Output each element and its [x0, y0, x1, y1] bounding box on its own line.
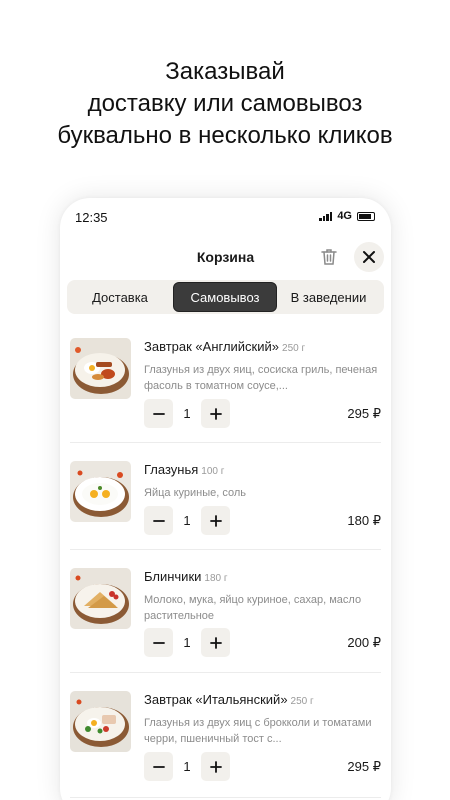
increase-button[interactable]	[201, 506, 230, 535]
dish-weight: 250 г	[290, 696, 314, 707]
quantity-value: 1	[183, 406, 191, 421]
dish-photo	[70, 691, 131, 752]
close-icon	[363, 251, 375, 263]
dish-price: 180 ₽	[347, 513, 381, 528]
plus-icon	[209, 514, 222, 527]
dish-weight: 100 г	[201, 466, 225, 477]
dish-weight: 180 г	[204, 573, 228, 584]
promo-line-3: буквально в несколько кликов	[57, 122, 393, 149]
quantity-value: 1	[183, 759, 191, 774]
dish-description: Глазунья из двух яиц, сосиска гриль, печ…	[144, 364, 378, 392]
quantity-stepper: 1	[144, 506, 230, 535]
network-type: 4G	[337, 210, 352, 222]
dish-photo	[70, 338, 131, 399]
dish-name: Завтрак «Итальянский» 250 г	[144, 692, 314, 707]
dish-description: Молоко, мука, яйцо куриное, сахар, масло…	[144, 594, 362, 622]
quantity-value: 1	[183, 635, 191, 650]
dish-price: 200 ₽	[347, 635, 381, 650]
quantity-stepper: 1	[144, 752, 230, 781]
plus-icon	[209, 636, 222, 649]
quantity-stepper: 1	[144, 628, 230, 657]
dish-name: Завтрак «Английский» 250 г	[144, 339, 306, 354]
dish-name: Блинчики 180 г	[144, 569, 228, 584]
promo-headline: Заказывай доставку или самовывоз букваль…	[0, 56, 450, 152]
dish-price: 295 ₽	[347, 759, 381, 774]
status-time: 12:35	[75, 210, 108, 225]
dish-name: Глазунья 100 г	[144, 462, 225, 477]
cart-item: Завтрак «Итальянский» 250 г Глазунья из д…	[70, 673, 381, 798]
decrease-button[interactable]	[144, 628, 173, 657]
cart-header: Корзина	[60, 240, 391, 274]
increase-button[interactable]	[201, 752, 230, 781]
cart-item: Блинчики 180 г Молоко, мука, яйцо куриное…	[70, 550, 381, 673]
tab-pickup[interactable]: Самовывоз	[173, 282, 277, 312]
phone-frame: 12:35 4G Корзина Доставка Самовывоз В за…	[60, 198, 391, 800]
increase-button[interactable]	[201, 399, 230, 428]
close-button[interactable]	[354, 242, 384, 272]
trash-icon[interactable]	[318, 246, 340, 268]
decrease-button[interactable]	[144, 506, 173, 535]
cart-list: Завтрак «Английский» 250 г Глазунья из дв…	[60, 320, 391, 798]
plus-icon	[209, 407, 222, 420]
signal-icon	[319, 211, 333, 221]
promo-line-2: доставку или самовывоз	[87, 90, 363, 117]
tab-dine-in[interactable]: В заведении	[277, 282, 380, 312]
dish-weight: 250 г	[282, 343, 306, 354]
page-title: Корзина	[196, 249, 255, 265]
dish-description: Глазунья из двух яиц с брокколи и томата…	[144, 717, 372, 745]
order-type-tabs: Доставка Самовывоз В заведении	[67, 280, 384, 314]
quantity-value: 1	[183, 513, 191, 528]
increase-button[interactable]	[201, 628, 230, 657]
battery-icon	[357, 211, 375, 221]
dish-photo	[70, 568, 131, 629]
minus-icon	[152, 519, 165, 522]
decrease-button[interactable]	[144, 399, 173, 428]
quantity-stepper: 1	[144, 399, 230, 428]
cart-item: Глазунья 100 г Яйца куриные, соль 1 180 ₽	[70, 443, 381, 550]
promo-line-1: Заказывай	[165, 58, 285, 85]
minus-icon	[152, 641, 165, 644]
tab-delivery[interactable]: Доставка	[67, 282, 173, 312]
dish-price: 295 ₽	[347, 406, 381, 421]
dish-photo	[70, 461, 131, 522]
decrease-button[interactable]	[144, 752, 173, 781]
minus-icon	[152, 765, 165, 768]
plus-icon	[209, 760, 222, 773]
cart-item: Завтрак «Английский» 250 г Глазунья из дв…	[70, 320, 381, 443]
status-bar: 12:35 4G	[60, 198, 391, 234]
minus-icon	[152, 412, 165, 415]
dish-description: Яйца куриные, соль	[144, 487, 246, 499]
